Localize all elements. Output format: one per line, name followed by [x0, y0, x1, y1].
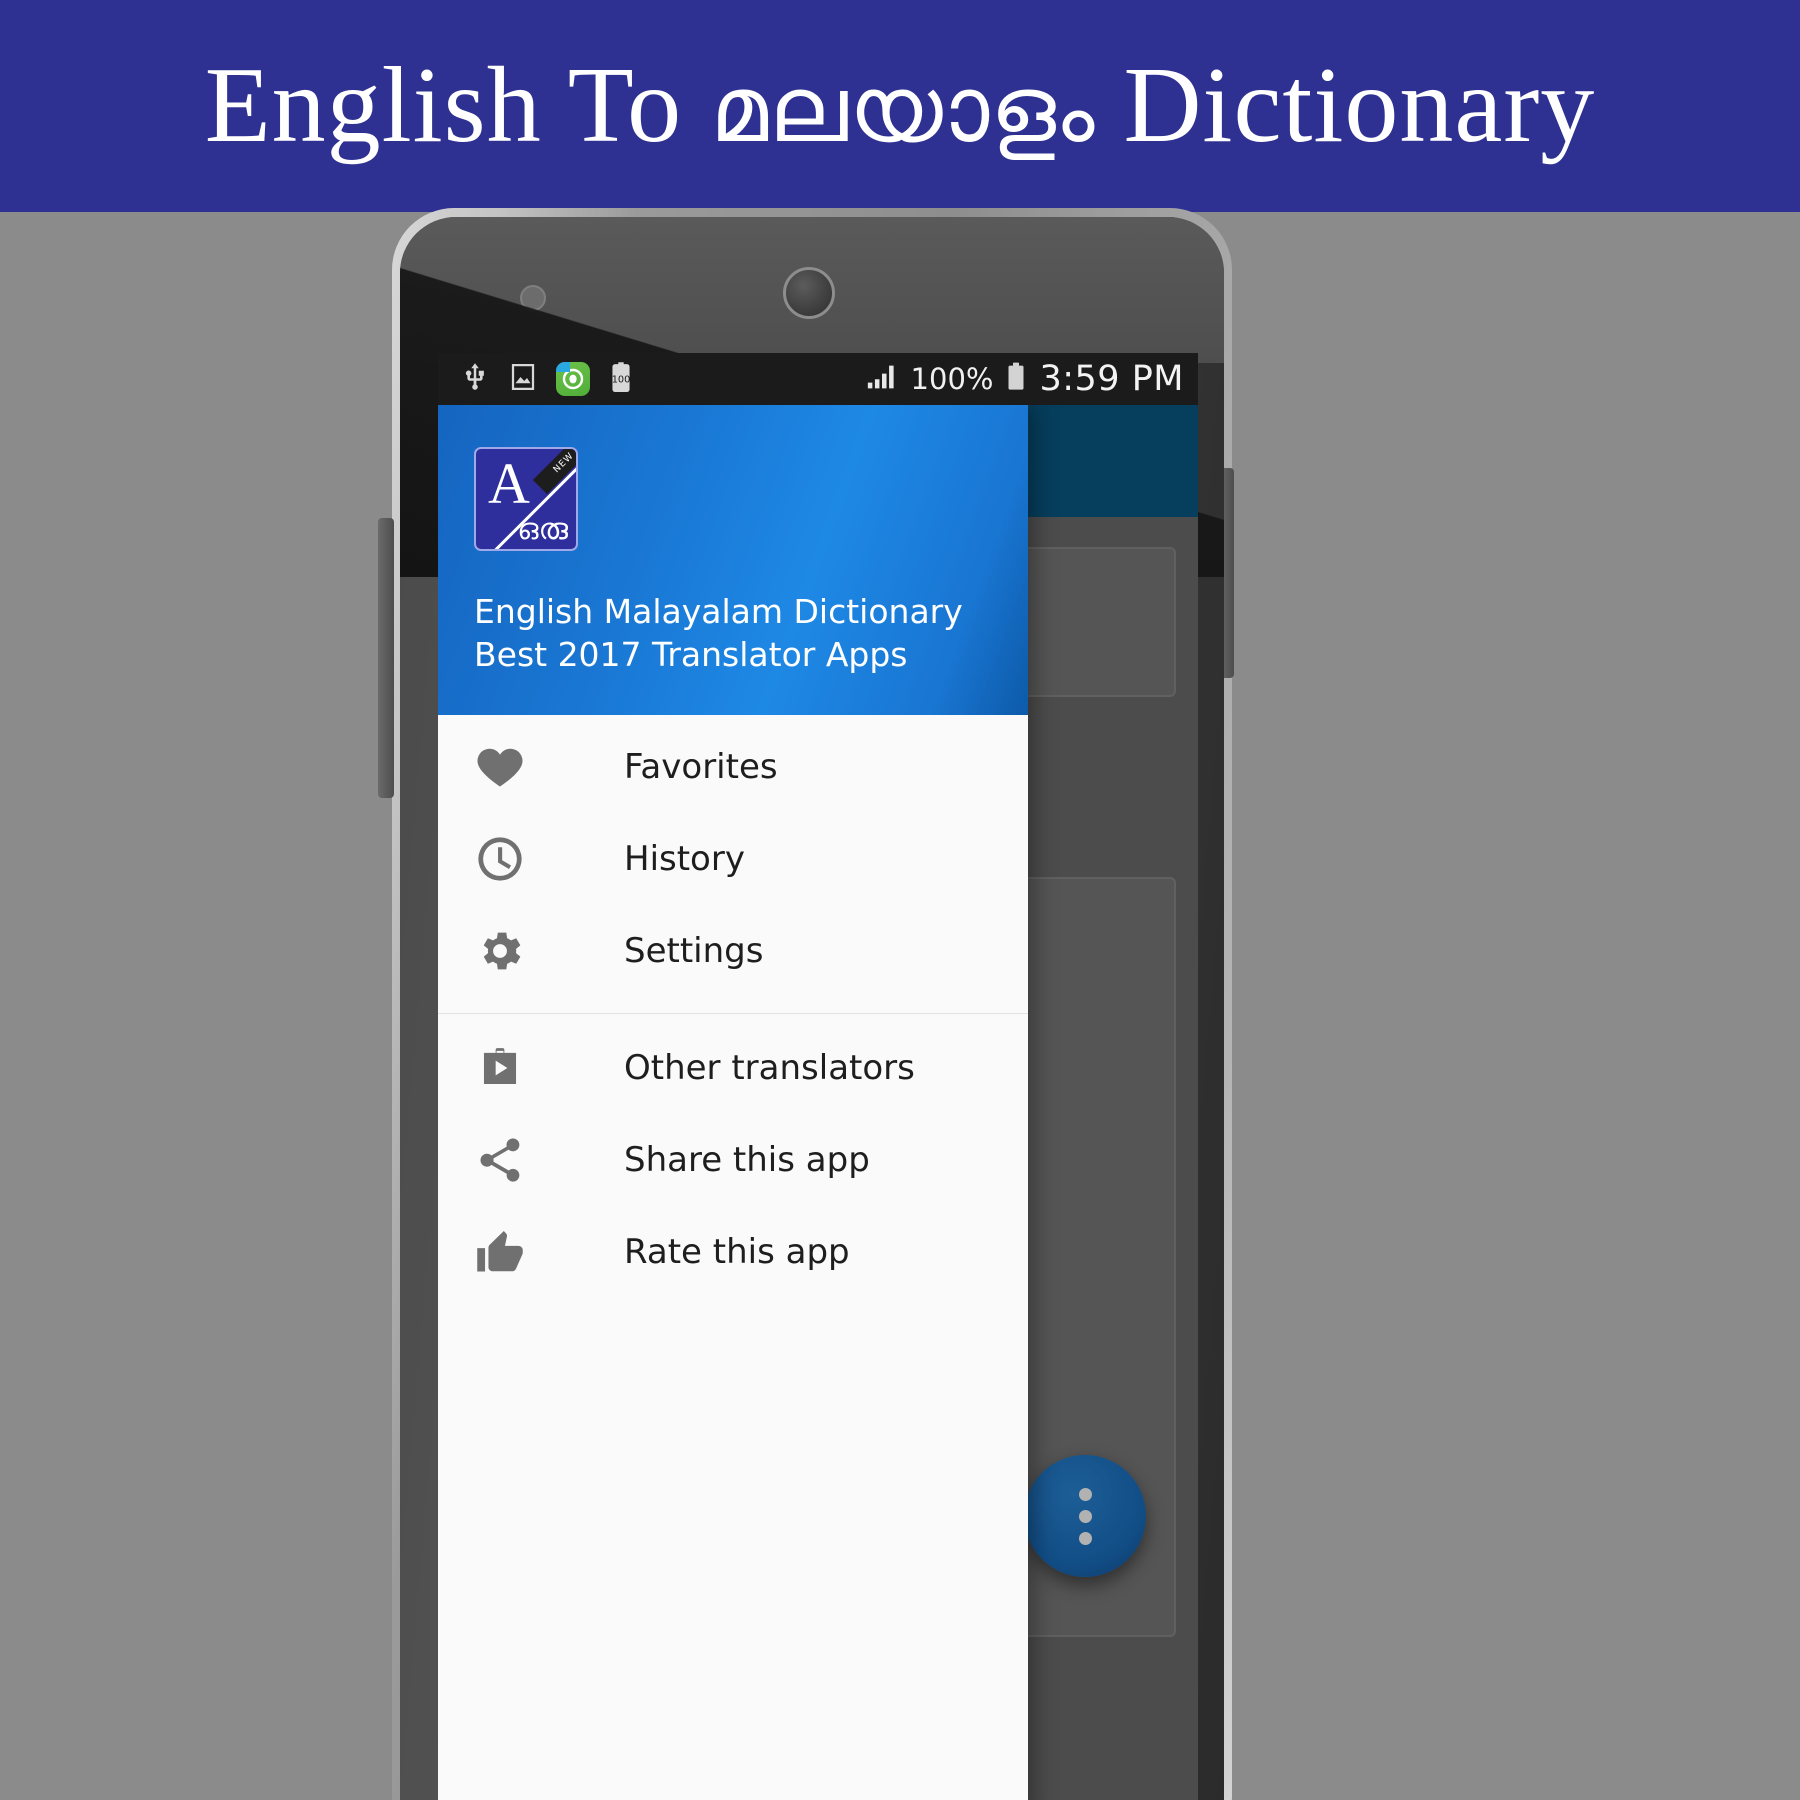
menu-item-share-this-app[interactable]: Share this app [438, 1114, 1028, 1206]
app-logo-icon: A ഒരു NEW [474, 447, 578, 551]
menu-item-history[interactable]: History [438, 813, 1028, 905]
drawer-menu: Favorites History Settings Other transla… [438, 715, 1028, 1800]
drawer-header-text: English Malayalam Dictionary Best 2017 T… [474, 591, 963, 677]
menu-item-rate-this-app[interactable]: Rate this app [438, 1206, 1028, 1298]
menu-item-label: History [624, 839, 745, 879]
phone-screen: ary [438, 353, 1198, 1800]
signal-icon [864, 360, 900, 399]
overflow-menu-icon [1078, 1487, 1092, 1501]
promo-title-part2: Dictionary [1095, 46, 1596, 165]
logo-malayalam-text: ഒരു [517, 512, 568, 547]
drawer-header-line1: English Malayalam Dictionary [474, 592, 963, 632]
screenshot-canvas: English To മലയാളം Dictionary ary [0, 0, 1800, 1800]
drawer-header-line2: Best 2017 Translator Apps [474, 635, 908, 675]
overflow-menu-icon [1078, 1531, 1092, 1545]
heart-icon [474, 741, 536, 793]
status-bar-right: 100% 3:59 PM [864, 360, 1184, 399]
menu-item-label: Share this app [624, 1140, 870, 1180]
menu-item-label: Favorites [624, 747, 778, 787]
promo-title-part1: English To [204, 46, 711, 165]
front-camera-icon [520, 285, 546, 311]
usb-icon [460, 360, 490, 399]
gear-icon [474, 925, 536, 977]
share-icon [474, 1134, 536, 1186]
battery-icon [1004, 360, 1028, 399]
menu-item-label: Rate this app [624, 1232, 850, 1272]
store-briefcase-icon [474, 1042, 536, 1094]
volume-button[interactable] [378, 518, 394, 798]
svg-text:100: 100 [612, 374, 631, 385]
menu-item-settings[interactable]: Settings [438, 905, 1028, 997]
battery-saver-icon: 100 [608, 360, 634, 399]
android-status-bar: 100 100% 3:59 PM [438, 353, 1198, 405]
overflow-fab-button[interactable] [1024, 1455, 1146, 1577]
menu-item-label: Settings [624, 931, 764, 971]
menu-item-other-translators[interactable]: Other translators [438, 1022, 1028, 1114]
recorder-app-icon [556, 362, 590, 396]
drawer-menu-group-secondary: Other translators Share this app Rate th… [438, 1022, 1028, 1298]
screenshot-icon [508, 360, 538, 399]
menu-item-favorites[interactable]: Favorites [438, 721, 1028, 813]
clock-icon [474, 833, 536, 885]
thumbs-up-icon [474, 1226, 536, 1278]
promo-banner: English To മലയാളം Dictionary [0, 0, 1800, 212]
phone-top-bezel [400, 217, 1224, 363]
status-bar-left-icons: 100 [460, 360, 634, 399]
navigation-drawer: A ഒരു NEW English Malayalam Dictionary B… [438, 405, 1028, 1800]
overflow-menu-icon [1078, 1509, 1092, 1523]
status-bar-clock: 3:59 PM [1039, 358, 1184, 399]
menu-item-label: Other translators [624, 1048, 915, 1088]
phone-frame: ary [400, 217, 1224, 1800]
drawer-menu-group-primary: Favorites History Settings [438, 721, 1028, 997]
battery-percent-label: 100% [910, 361, 994, 396]
phone-mockup: ary [378, 208, 1234, 1800]
promo-title-malayalam: മലയാളം [710, 56, 1096, 163]
drawer-header: A ഒരു NEW English Malayalam Dictionary B… [438, 405, 1028, 715]
menu-divider [438, 1013, 1028, 1014]
logo-letter: A [488, 451, 530, 516]
promo-title: English To മലയാളം Dictionary [205, 52, 1596, 160]
earpiece-sensor-icon [783, 267, 835, 319]
